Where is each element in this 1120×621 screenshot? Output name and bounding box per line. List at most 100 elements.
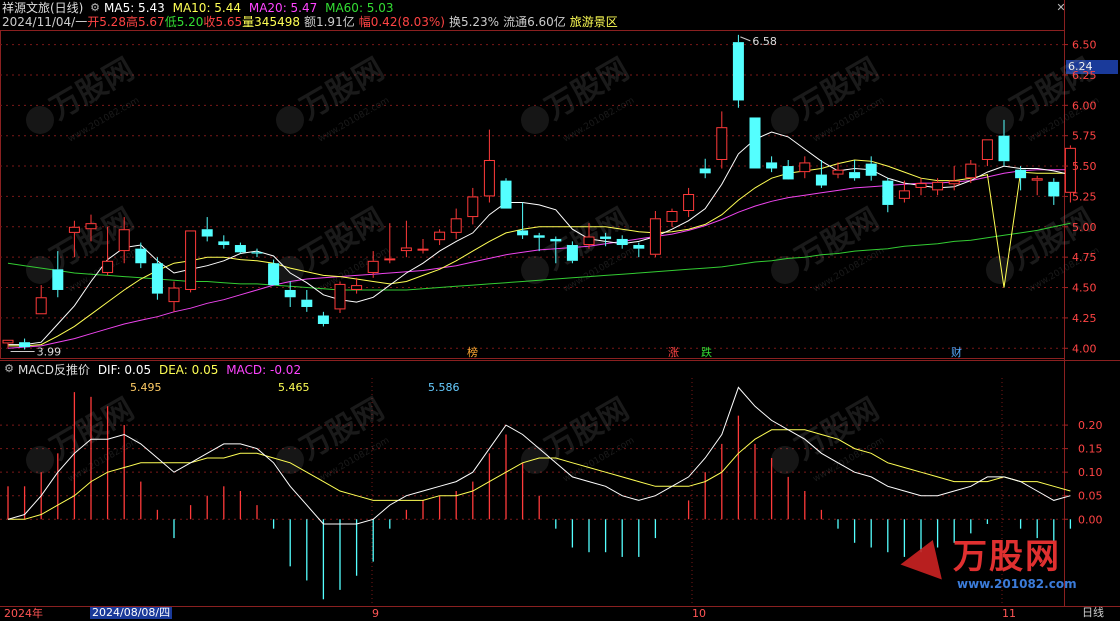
candle-body-down xyxy=(218,241,230,246)
candle-body-up xyxy=(85,223,97,230)
watermark-bull-icon xyxy=(26,446,54,474)
candle-body-down xyxy=(1015,169,1027,179)
candle-body-down xyxy=(815,174,827,186)
candle-body-up xyxy=(118,229,130,252)
candle-body-down xyxy=(600,236,612,239)
brand-logo: 万股网 www.201082.com xyxy=(900,532,1095,605)
watermark-brand: 万股网 xyxy=(540,52,635,127)
kline-chart[interactable]: 万股网www.201082.com 万股网www.201082.com 万股网www… xyxy=(0,0,1120,620)
candle-body-up xyxy=(799,162,811,173)
time-label-cursor-date: 2024/08/08/四 xyxy=(90,606,173,619)
candle-body-up xyxy=(683,194,695,212)
watermark-bull-icon xyxy=(26,106,54,134)
candle-body-down xyxy=(268,263,280,286)
watermark-bull-icon xyxy=(986,106,1014,134)
watermark-tile: 万股网www.201082.com xyxy=(771,52,886,145)
watermark-tile: 万股网www.201082.com xyxy=(276,52,391,145)
candle-body-down xyxy=(500,180,512,209)
candle-body-up xyxy=(1031,178,1043,181)
candle-body-up xyxy=(102,260,114,273)
period-label[interactable]: 日线 xyxy=(1082,607,1104,619)
watermark-bull-icon xyxy=(276,106,304,134)
candle-body-down xyxy=(998,135,1010,162)
ma10-line xyxy=(8,159,1071,347)
watermark-brand: 万股网 xyxy=(790,52,885,127)
watermark-brand: 万股网 xyxy=(295,52,390,127)
watermark-brand: 万股网 xyxy=(45,52,140,127)
watermark-brand: 万股网 xyxy=(1005,52,1100,127)
candle-body-down xyxy=(882,180,894,205)
watermark-tile: 万股网www.201082.com xyxy=(521,52,636,145)
price-tick-label: 5.50 xyxy=(1072,160,1097,173)
price-tick-label: 6.50 xyxy=(1072,39,1097,52)
candle-body-down xyxy=(550,238,562,242)
watermark-bull-icon xyxy=(521,106,549,134)
watermark-brand: 万股网 xyxy=(540,392,635,467)
candle-body-down xyxy=(566,245,578,261)
candle-body-down xyxy=(251,252,263,254)
badge-die[interactable]: 跌 xyxy=(700,346,713,359)
watermark-tile: 万股网www.201082.com xyxy=(26,52,141,145)
candle-body-down xyxy=(1048,181,1060,197)
time-label-oct: 10 xyxy=(692,607,706,620)
high-price-label: 6.58 xyxy=(752,35,777,48)
candle-body-up xyxy=(185,230,197,290)
candle-body-down xyxy=(782,166,794,180)
candle-body-up xyxy=(981,139,993,160)
candle-body-down xyxy=(19,342,31,348)
candle-body-down xyxy=(616,238,628,246)
price-tick-label: 6.25 xyxy=(1072,69,1097,82)
candle-body-down xyxy=(517,230,529,236)
macd-tick-label: 0.05 xyxy=(1078,490,1103,503)
candle-body-up xyxy=(450,218,462,233)
candle-body-up xyxy=(417,248,429,251)
price-tick-label: 4.00 xyxy=(1072,342,1097,355)
candle-body-up xyxy=(351,285,363,290)
macd-tick-label: 0.15 xyxy=(1078,443,1103,456)
badge-bang[interactable]: 榜 xyxy=(466,346,479,359)
macd-tick-label: 0.00 xyxy=(1078,513,1103,526)
watermark-brand: 万股网 xyxy=(790,202,885,277)
candle-body-down xyxy=(865,163,877,176)
candle-body-up xyxy=(68,226,80,233)
candlestick-series xyxy=(2,34,1076,350)
candle-body-up xyxy=(434,231,446,241)
candle-body-up xyxy=(716,127,728,160)
candle-body-down xyxy=(301,299,313,307)
candle-body-up xyxy=(384,258,396,261)
watermark-brand: 万股网 xyxy=(295,392,390,467)
price-tick-label: 4.25 xyxy=(1072,312,1097,325)
price-tick-label: 4.75 xyxy=(1072,251,1097,264)
candle-body-up xyxy=(965,163,977,179)
badge-zhang[interactable]: 涨 xyxy=(667,346,680,359)
low-price-label: 3.99 xyxy=(37,345,62,358)
brand-name: 万股网 xyxy=(953,537,1061,577)
price-tick-label: 5.75 xyxy=(1072,130,1097,143)
candle-body-down xyxy=(201,229,213,237)
candle-body-down xyxy=(135,248,147,264)
watermark-tile: 万股网www.201082.com xyxy=(276,392,391,485)
candle-body-up xyxy=(583,236,595,246)
watermark-bull-icon xyxy=(771,106,799,134)
candle-body-down xyxy=(317,315,329,324)
watermark-bull-icon xyxy=(521,446,549,474)
watermark-brand: 万股网 xyxy=(45,392,140,467)
candle-body-up xyxy=(832,169,844,175)
watermark-bull-icon xyxy=(26,256,54,284)
candle-body-up xyxy=(483,159,495,197)
candle-body-up xyxy=(932,181,944,191)
candle-body-down xyxy=(749,117,761,169)
candle-body-down xyxy=(533,235,545,238)
candle-body-up xyxy=(35,297,47,315)
price-tick-label: 4.50 xyxy=(1072,282,1097,295)
watermark-tile: 万股网www.201082.com xyxy=(771,202,886,295)
candle-body-down xyxy=(151,263,163,294)
high-pointer xyxy=(740,36,751,42)
watermark-brand: 万股网 xyxy=(1005,202,1100,277)
candle-body-down xyxy=(284,289,296,298)
badge-cai[interactable]: 财 xyxy=(950,346,963,359)
price-tick-label: 5.00 xyxy=(1072,221,1097,234)
candle-body-up xyxy=(948,180,960,185)
candle-body-down xyxy=(234,245,246,253)
time-label-sep: 9 xyxy=(372,607,379,620)
